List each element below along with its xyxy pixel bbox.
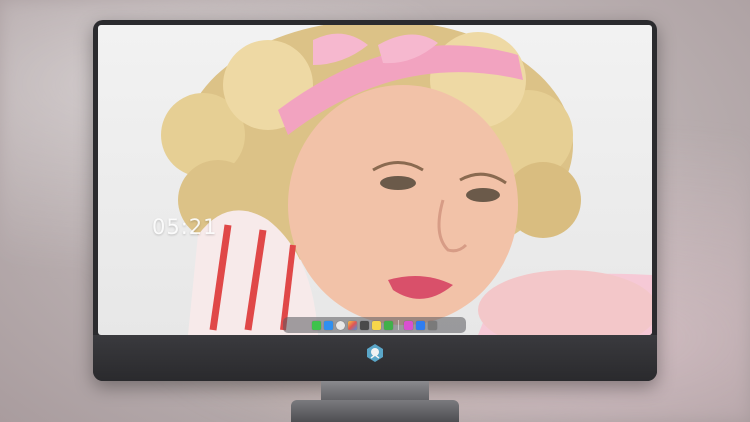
- facetime-icon[interactable]: [384, 320, 393, 330]
- lock-screen-clock: 05:21: [152, 215, 218, 239]
- monitor: 05:21: [93, 20, 657, 381]
- trash-icon[interactable]: [428, 320, 437, 330]
- notes-icon[interactable]: [372, 320, 381, 330]
- monitor-chin: [93, 335, 657, 381]
- dock: [283, 317, 466, 333]
- wallpaper-portrait: [161, 25, 652, 335]
- app-store-icon[interactable]: [416, 320, 425, 330]
- photos-icon[interactable]: [348, 320, 357, 330]
- screen: 05:21: [98, 25, 652, 335]
- safari-icon[interactable]: [336, 320, 345, 330]
- finder-icon[interactable]: [324, 320, 333, 330]
- messages-icon[interactable]: [312, 320, 321, 330]
- music-icon[interactable]: [404, 320, 413, 330]
- brand-logo-icon: [367, 344, 383, 362]
- monitor-stand-base: [291, 400, 459, 422]
- dock-separator: [398, 320, 399, 330]
- clapper-icon[interactable]: [360, 320, 369, 330]
